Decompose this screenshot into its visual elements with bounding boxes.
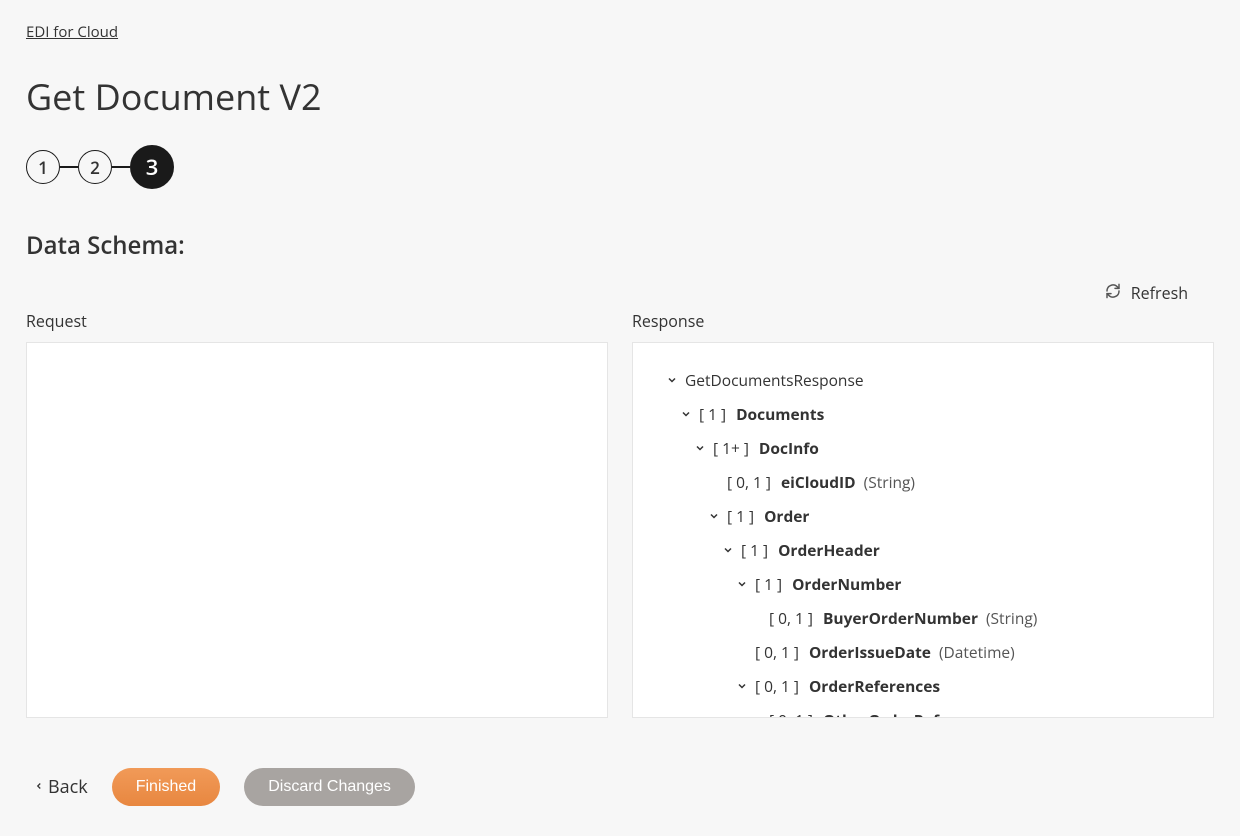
page-title: Get Document V2: [26, 72, 1214, 121]
section-heading: Data Schema:: [26, 229, 1214, 262]
chevron-left-icon: [34, 775, 44, 799]
tree-node-type: (String): [864, 471, 915, 493]
discard-changes-button[interactable]: Discard Changes: [244, 768, 415, 806]
tree-node-type: (Datetime): [939, 641, 1015, 663]
tree-node-name: OrderIssueDate: [809, 641, 935, 663]
step-2[interactable]: 2: [78, 150, 112, 184]
tree-node-name: OrderReferences: [809, 675, 944, 697]
tree-node-cardinality: [ 0, 1 ]: [769, 607, 819, 629]
tree-node-name: OtherOrderReferences: [823, 709, 1004, 718]
refresh-label: Refresh: [1131, 282, 1188, 304]
tree-node-label: GetDocumentsResponse: [685, 369, 864, 391]
finished-button[interactable]: Finished: [112, 768, 220, 806]
tree-node-cardinality: [ 1 ]: [755, 573, 788, 595]
stepper: 1 2 3: [26, 145, 1214, 189]
tree-node-cardinality: [ 1+ ]: [713, 437, 755, 459]
chevron-down-icon[interactable]: [747, 714, 765, 718]
chevron-down-icon[interactable]: [663, 374, 681, 386]
refresh-icon: [1105, 282, 1121, 304]
tree-node-name: Documents: [736, 403, 828, 425]
tree-node-buyerordernumber[interactable]: [ 0, 1 ] BuyerOrderNumber (String): [643, 601, 1203, 635]
tree-node-name: OrderHeader: [778, 539, 884, 561]
step-connector: [112, 166, 130, 168]
breadcrumb-link[interactable]: EDI for Cloud: [26, 22, 118, 42]
tree-node-root[interactable]: GetDocumentsResponse: [643, 363, 1203, 397]
schema-tree: GetDocumentsResponse [ 1 ] Documents: [643, 363, 1203, 718]
response-panel-label: Response: [632, 310, 1214, 332]
tree-node-docinfo[interactable]: [ 1+ ] DocInfo: [643, 431, 1203, 465]
tree-node-eicloudid[interactable]: [ 0, 1 ] eiCloudID (String): [643, 465, 1203, 499]
tree-node-cardinality: [ 1 ]: [741, 539, 774, 561]
tree-node-name: eiCloudID: [781, 471, 860, 493]
back-label: Back: [48, 775, 88, 799]
tree-node-cardinality: [ 1 ]: [699, 403, 732, 425]
tree-node-name: DocInfo: [759, 437, 823, 459]
tree-node-name: Order: [764, 505, 813, 527]
chevron-down-icon[interactable]: [691, 442, 709, 454]
step-connector: [60, 166, 78, 168]
tree-node-ordernumber[interactable]: [ 1 ] OrderNumber: [643, 567, 1203, 601]
tree-node-order[interactable]: [ 1 ] Order: [643, 499, 1203, 533]
tree-node-cardinality: [ 1 ]: [727, 505, 760, 527]
chevron-down-icon[interactable]: [705, 510, 723, 522]
request-panel[interactable]: [26, 342, 608, 718]
tree-node-documents[interactable]: [ 1 ] Documents: [643, 397, 1203, 431]
step-1[interactable]: 1: [26, 150, 60, 184]
tree-node-cardinality: [ 0, 1 ]: [755, 675, 805, 697]
back-button[interactable]: Back: [34, 775, 88, 799]
response-panel[interactable]: GetDocumentsResponse [ 1 ] Documents: [632, 342, 1214, 718]
tree-node-otherorderreferences[interactable]: [ 0, 1 ] OtherOrderReferences: [643, 703, 1203, 718]
step-3[interactable]: 3: [130, 145, 174, 189]
tree-node-orderreferences[interactable]: [ 0, 1 ] OrderReferences: [643, 669, 1203, 703]
chevron-down-icon[interactable]: [733, 680, 751, 692]
chevron-down-icon[interactable]: [677, 408, 695, 420]
tree-node-type: (String): [986, 607, 1037, 629]
tree-node-name: OrderNumber: [792, 573, 905, 595]
tree-node-cardinality: [ 0, 1 ]: [727, 471, 777, 493]
refresh-button[interactable]: Refresh: [1105, 282, 1188, 304]
tree-node-name: BuyerOrderNumber: [823, 607, 982, 629]
request-panel-label: Request: [26, 310, 608, 332]
tree-node-cardinality: [ 0, 1 ]: [769, 709, 819, 718]
tree-node-orderissuedate[interactable]: [ 0, 1 ] OrderIssueDate (Datetime): [643, 635, 1203, 669]
tree-node-cardinality: [ 0, 1 ]: [755, 641, 805, 663]
chevron-down-icon[interactable]: [733, 578, 751, 590]
chevron-down-icon[interactable]: [719, 544, 737, 556]
tree-node-orderheader[interactable]: [ 1 ] OrderHeader: [643, 533, 1203, 567]
